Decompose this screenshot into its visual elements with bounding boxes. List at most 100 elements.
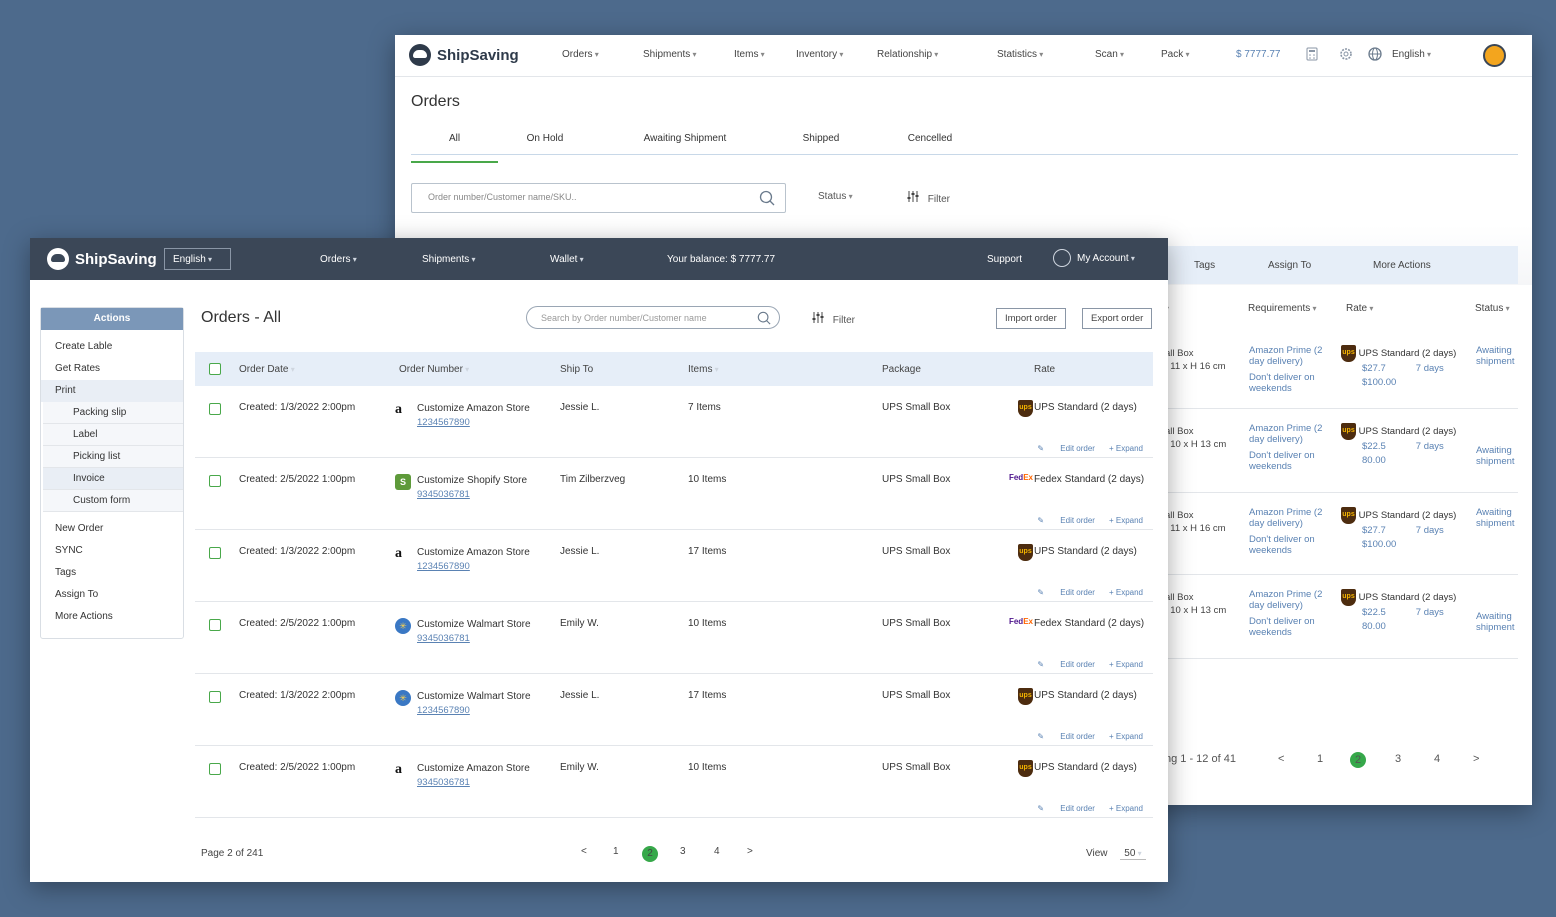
table-row[interactable]: Created: 2/5/2022 1:00pm a Customize Amazo…: [195, 746, 1153, 818]
import-order-button[interactable]: Import order: [996, 308, 1066, 329]
expand-link[interactable]: + Expand: [1109, 588, 1143, 597]
sidebar-item-create-label[interactable]: Create Lable: [41, 336, 183, 358]
sidebar-item-packing-slip[interactable]: Packing slip: [43, 402, 183, 424]
tab-awaiting-shipment[interactable]: Awaiting Shipment: [625, 133, 745, 144]
back-pager-3[interactable]: 3: [1395, 753, 1401, 765]
col-order-number[interactable]: Order Number: [399, 364, 469, 375]
sidebar-item-more-actions[interactable]: More Actions: [41, 606, 183, 628]
tab-shipped[interactable]: Shipped: [791, 133, 851, 144]
order-number-link[interactable]: 9345036781: [417, 488, 527, 502]
sidebar-item-label[interactable]: Label: [43, 424, 183, 446]
pager-next[interactable]: >: [747, 846, 753, 857]
row-checkbox[interactable]: [209, 763, 221, 775]
back-nav-relationship[interactable]: Relationship: [877, 49, 938, 60]
col-items[interactable]: Items: [688, 364, 719, 375]
calculator-icon[interactable]: [1306, 47, 1318, 64]
back-pager-prev[interactable]: <: [1278, 753, 1284, 765]
search-icon[interactable]: [757, 311, 771, 325]
pager-prev[interactable]: <: [581, 846, 587, 857]
back-nav-orders[interactable]: Orders: [562, 49, 599, 60]
expand-link[interactable]: + Expand: [1109, 444, 1143, 453]
table-row[interactable]: Created: 1/3/2022 2:00pm a Customize Amazo…: [195, 386, 1153, 458]
support-link[interactable]: Support: [987, 254, 1022, 265]
my-account-menu[interactable]: My Account: [1053, 249, 1135, 267]
export-order-button[interactable]: Export order: [1082, 308, 1153, 329]
row-checkbox[interactable]: [209, 475, 221, 487]
back-bulk-assign[interactable]: Assign To: [1268, 260, 1311, 271]
row-checkbox[interactable]: [209, 691, 221, 703]
status-dropdown[interactable]: Status: [818, 191, 853, 202]
sidebar-item-new-order[interactable]: New Order: [41, 518, 183, 540]
front-nav-wallet[interactable]: Wallet: [550, 254, 584, 265]
tab-all[interactable]: All: [411, 133, 498, 163]
order-number-link[interactable]: 1234567890: [417, 560, 530, 574]
edit-order-link[interactable]: ✎ Edit order: [1023, 732, 1095, 741]
sidebar-item-picking-list[interactable]: Picking list: [43, 446, 183, 468]
back-table-row[interactable]: all Box / 10 x H 13 cm Amazon Prime (2 day…: [1165, 575, 1518, 659]
tab-cancelled[interactable]: Cencelled: [895, 133, 965, 144]
view-selector[interactable]: View 50: [1086, 848, 1146, 860]
expand-link[interactable]: + Expand: [1109, 660, 1143, 669]
front-nav-orders[interactable]: Orders: [320, 254, 357, 265]
pager-2[interactable]: 2: [642, 846, 658, 862]
back-table-row[interactable]: all Box / 10 x H 13 cm Amazon Prime (2 day…: [1165, 409, 1518, 493]
view-page-size[interactable]: 50: [1120, 848, 1146, 860]
back-nav-items[interactable]: Items: [734, 49, 765, 60]
edit-order-link[interactable]: ✎ Edit order: [1023, 804, 1095, 813]
table-row[interactable]: Created: 1/3/2022 2:00pm a Customize Amazo…: [195, 530, 1153, 602]
expand-link[interactable]: + Expand: [1109, 804, 1143, 813]
tab-on-hold[interactable]: On Hold: [515, 133, 575, 144]
gear-icon[interactable]: [1339, 47, 1353, 64]
edit-order-link[interactable]: ✎ Edit order: [1023, 516, 1095, 525]
col-order-date[interactable]: Order Date: [239, 364, 295, 375]
back-col-requirements[interactable]: Requirements: [1248, 303, 1317, 314]
table-row[interactable]: Created: 2/5/2022 1:00pm ✳ Customize Walma…: [195, 602, 1153, 674]
table-row[interactable]: Created: 2/5/2022 1:00pm S Customize Shopi…: [195, 458, 1153, 530]
expand-link[interactable]: + Expand: [1109, 516, 1143, 525]
back-table-row[interactable]: all Box / 11 x H 16 cm Amazon Prime (2 day…: [1165, 331, 1518, 409]
edit-order-link[interactable]: ✎ Edit order: [1023, 588, 1095, 597]
front-nav-shipments[interactable]: Shipments: [422, 254, 476, 265]
order-number-link[interactable]: 9345036781: [417, 776, 530, 790]
back-filter-button[interactable]: Filter: [907, 191, 950, 205]
back-nav-shipments[interactable]: Shipments: [643, 49, 697, 60]
search-icon[interactable]: [759, 190, 775, 206]
front-logo[interactable]: ShipSaving: [47, 248, 157, 270]
order-number-link[interactable]: 9345036781: [417, 632, 531, 646]
back-bulk-more[interactable]: More Actions: [1373, 260, 1431, 271]
sidebar-item-get-rates[interactable]: Get Rates: [41, 358, 183, 380]
pager-1[interactable]: 1: [613, 846, 619, 857]
back-logo[interactable]: ShipSaving: [409, 44, 519, 66]
back-pager-2[interactable]: 2: [1350, 752, 1366, 768]
back-nav-scan[interactable]: Scan: [1095, 49, 1124, 60]
edit-order-link[interactable]: ✎ Edit order: [1023, 660, 1095, 669]
pager-3[interactable]: 3: [680, 846, 686, 857]
order-number-link[interactable]: 1234567890: [417, 416, 530, 430]
back-bulk-tags[interactable]: Tags: [1194, 260, 1215, 271]
back-pager-next[interactable]: >: [1473, 753, 1479, 765]
sidebar-item-invoice[interactable]: Invoice: [43, 468, 183, 490]
back-nav-pack[interactable]: Pack: [1161, 49, 1189, 60]
pager-4[interactable]: 4: [714, 846, 720, 857]
back-search-input[interactable]: Order number/Customer name/SKU..: [411, 183, 786, 213]
back-nav-statistics[interactable]: Statistics: [997, 49, 1043, 60]
avatar[interactable]: [1483, 44, 1506, 67]
sidebar-item-assign-to[interactable]: Assign To: [41, 584, 183, 606]
front-search-input[interactable]: Search by Order number/Customer name: [526, 306, 780, 329]
back-nav-inventory[interactable]: Inventory: [796, 49, 843, 60]
row-checkbox[interactable]: [209, 619, 221, 631]
back-pager-1[interactable]: 1: [1317, 753, 1323, 765]
sidebar-item-tags[interactable]: Tags: [41, 562, 183, 584]
back-col-status[interactable]: Status: [1475, 303, 1510, 314]
sidebar-item-print[interactable]: Print: [41, 380, 183, 402]
row-checkbox[interactable]: [209, 403, 221, 415]
front-language-select[interactable]: English: [164, 248, 231, 270]
sidebar-item-sync[interactable]: SYNC: [41, 540, 183, 562]
back-language-select[interactable]: English: [1392, 49, 1431, 60]
globe-icon[interactable]: [1368, 47, 1382, 64]
table-row[interactable]: Created: 1/3/2022 2:00pm ✳ Customize Walma…: [195, 674, 1153, 746]
back-table-row[interactable]: all Box / 11 x H 16 cm Amazon Prime (2 day…: [1165, 493, 1518, 575]
select-all-checkbox[interactable]: [209, 363, 221, 375]
sidebar-item-custom-form[interactable]: Custom form: [43, 490, 183, 512]
row-checkbox[interactable]: [209, 547, 221, 559]
